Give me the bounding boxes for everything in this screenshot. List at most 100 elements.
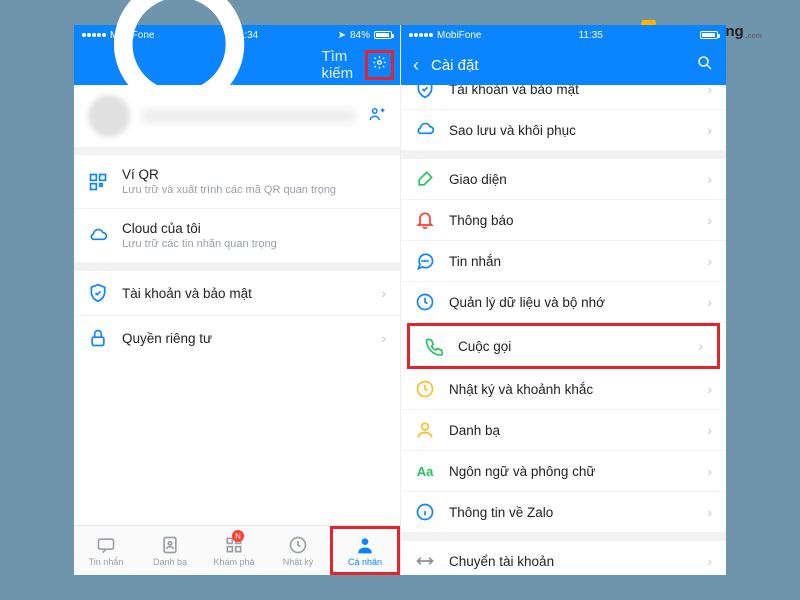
- font-icon: Aa: [415, 461, 435, 481]
- list-row[interactable]: Cloud của tôi Lưu trữ các tin nhắn quan t…: [74, 209, 400, 263]
- badge: N: [232, 530, 244, 542]
- tab-label: Nhật ký: [283, 557, 314, 567]
- row-title: Nhật ký và khoảnh khắc: [449, 382, 693, 397]
- clock-label: 11:35: [579, 30, 603, 41]
- chevron-right-icon: ›: [707, 504, 712, 520]
- brush-icon: [415, 169, 435, 189]
- phone-icon: [424, 336, 444, 356]
- tab-label: Khám phá: [213, 557, 254, 567]
- tab-danh bạ[interactable]: Danh bạ: [138, 526, 202, 575]
- chevron-right-icon: ›: [381, 330, 386, 346]
- shield-icon: [88, 283, 108, 303]
- row-title: Sao lưu và khôi phục: [449, 123, 693, 138]
- battery-label: 84%: [350, 30, 370, 41]
- list-row[interactable]: Thông báo ›: [401, 200, 726, 241]
- row-title: Quyền riêng tư: [122, 331, 367, 346]
- tab-label: Tin nhắn: [89, 557, 124, 567]
- bell-icon: [415, 210, 435, 230]
- chevron-right-icon: ›: [707, 294, 712, 310]
- profile-name: [142, 109, 356, 123]
- location-icon: ➤: [338, 30, 346, 41]
- search-icon[interactable]: [696, 54, 714, 77]
- row-title: Giao diện: [449, 172, 693, 187]
- back-button[interactable]: ‹: [413, 55, 419, 76]
- logo-subtext: .com: [746, 33, 762, 40]
- chevron-right-icon: ›: [707, 463, 712, 479]
- chevron-right-icon: ›: [707, 171, 712, 187]
- list-row[interactable]: Chuyển tài khoản ›: [401, 541, 726, 575]
- phone-right: MobiFone 11:35 ‹ Cài đặt Tài khoản và bả…: [400, 25, 726, 575]
- list-row[interactable]: Thông tin về Zalo ›: [401, 492, 726, 533]
- storage-icon: [415, 292, 435, 312]
- list-row[interactable]: Aa Ngôn ngữ và phông chữ ›: [401, 451, 726, 492]
- tab-label: Danh bạ: [153, 557, 187, 567]
- tab-khám phá[interactable]: Khám phá N: [202, 526, 266, 575]
- contacts-icon: [160, 535, 180, 555]
- list-row[interactable]: Quyền riêng tư ›: [74, 316, 400, 360]
- settings-button[interactable]: [365, 50, 394, 80]
- contacts2-icon: [415, 420, 435, 440]
- list-row[interactable]: Giao diện ›: [401, 159, 726, 200]
- chevron-right-icon: ›: [707, 381, 712, 397]
- switch-icon: [415, 551, 435, 571]
- chevron-right-icon: ›: [698, 338, 703, 354]
- qr-icon: [88, 172, 108, 192]
- list-row[interactable]: Tài khoản và bảo mật›: [401, 85, 726, 110]
- chevron-right-icon: ›: [707, 422, 712, 438]
- carrier-label: MobiFone: [437, 30, 481, 41]
- search-input[interactable]: Tìm kiếm: [321, 48, 353, 82]
- gear-icon: [372, 55, 387, 70]
- shield-icon: [415, 85, 435, 99]
- tab-tin nhắn[interactable]: Tin nhắn: [74, 526, 138, 575]
- row-title: Danh bạ: [449, 423, 693, 438]
- lock-icon: [88, 328, 108, 348]
- row-title: Tài khoản và bảo mật: [122, 286, 367, 301]
- cloud-icon: [88, 226, 108, 246]
- message-icon: [415, 251, 435, 271]
- chevron-right-icon: ›: [381, 285, 386, 301]
- row-title: Thông báo: [449, 213, 693, 228]
- chevron-right-icon: ›: [707, 122, 712, 138]
- diary-icon: [415, 379, 435, 399]
- avatar: [88, 95, 130, 137]
- settings-header: ‹ Cài đặt: [401, 45, 726, 85]
- tab-nhật ký[interactable]: Nhật ký: [266, 526, 330, 575]
- cloud-icon: [415, 120, 435, 140]
- row-title: Ví QR: [122, 167, 386, 182]
- chevron-right-icon: ›: [707, 553, 712, 569]
- row-subtitle: Lưu trữ và xuất trình các mã QR quan trọ…: [122, 184, 386, 196]
- status-bar: MobiFone 11:35: [401, 25, 726, 45]
- row-title: Cloud của tôi: [122, 221, 386, 236]
- list-row[interactable]: Cuộc gọi ›: [407, 323, 720, 369]
- list-row[interactable]: Ví QR Lưu trữ và xuất trình các mã QR qua…: [74, 155, 400, 209]
- phone-left: MobiFone 11:34 ➤ 84% Tìm kiếm Ví QRLưu t…: [74, 25, 400, 575]
- tab-cá nhân[interactable]: Cá nhân: [330, 526, 400, 575]
- add-friend-icon[interactable]: [368, 105, 386, 128]
- list-row[interactable]: Tin nhắn ›: [401, 241, 726, 282]
- chevron-right-icon: ›: [707, 253, 712, 269]
- row-title: Ngôn ngữ và phông chữ: [449, 464, 693, 479]
- list-row[interactable]: Danh bạ ›: [401, 410, 726, 451]
- chat-icon: [96, 535, 116, 555]
- row-title: Chuyển tài khoản: [449, 554, 693, 569]
- profile-row[interactable]: [74, 85, 400, 147]
- chevron-right-icon: ›: [707, 212, 712, 228]
- list-row[interactable]: Quản lý dữ liệu và bộ nhớ ›: [401, 282, 726, 323]
- row-title: Quản lý dữ liệu và bộ nhớ: [449, 295, 693, 310]
- row-title: Tài khoản và bảo mật: [449, 85, 693, 97]
- signal-icon: [409, 33, 433, 37]
- row-title: Cuộc gọi: [458, 339, 684, 354]
- list-row[interactable]: Sao lưu và khôi phục ›: [401, 110, 726, 151]
- tab-bar: Tin nhắn Danh bạ Khám phá N Nhật ký Cá nhân: [74, 525, 400, 575]
- row-title: Tin nhắn: [449, 254, 693, 269]
- battery-icon: [700, 31, 718, 39]
- person-icon: [355, 535, 375, 555]
- row-title: Thông tin về Zalo: [449, 505, 693, 520]
- clock-icon: [288, 535, 308, 555]
- battery-icon: [374, 31, 392, 39]
- row-subtitle: Lưu trữ các tin nhắn quan trọng: [122, 238, 386, 250]
- list-row[interactable]: Tài khoản và bảo mật ›: [74, 271, 400, 316]
- list-row[interactable]: Nhật ký và khoảnh khắc ›: [401, 369, 726, 410]
- info-icon: [415, 502, 435, 522]
- search-header: Tìm kiếm: [74, 45, 400, 85]
